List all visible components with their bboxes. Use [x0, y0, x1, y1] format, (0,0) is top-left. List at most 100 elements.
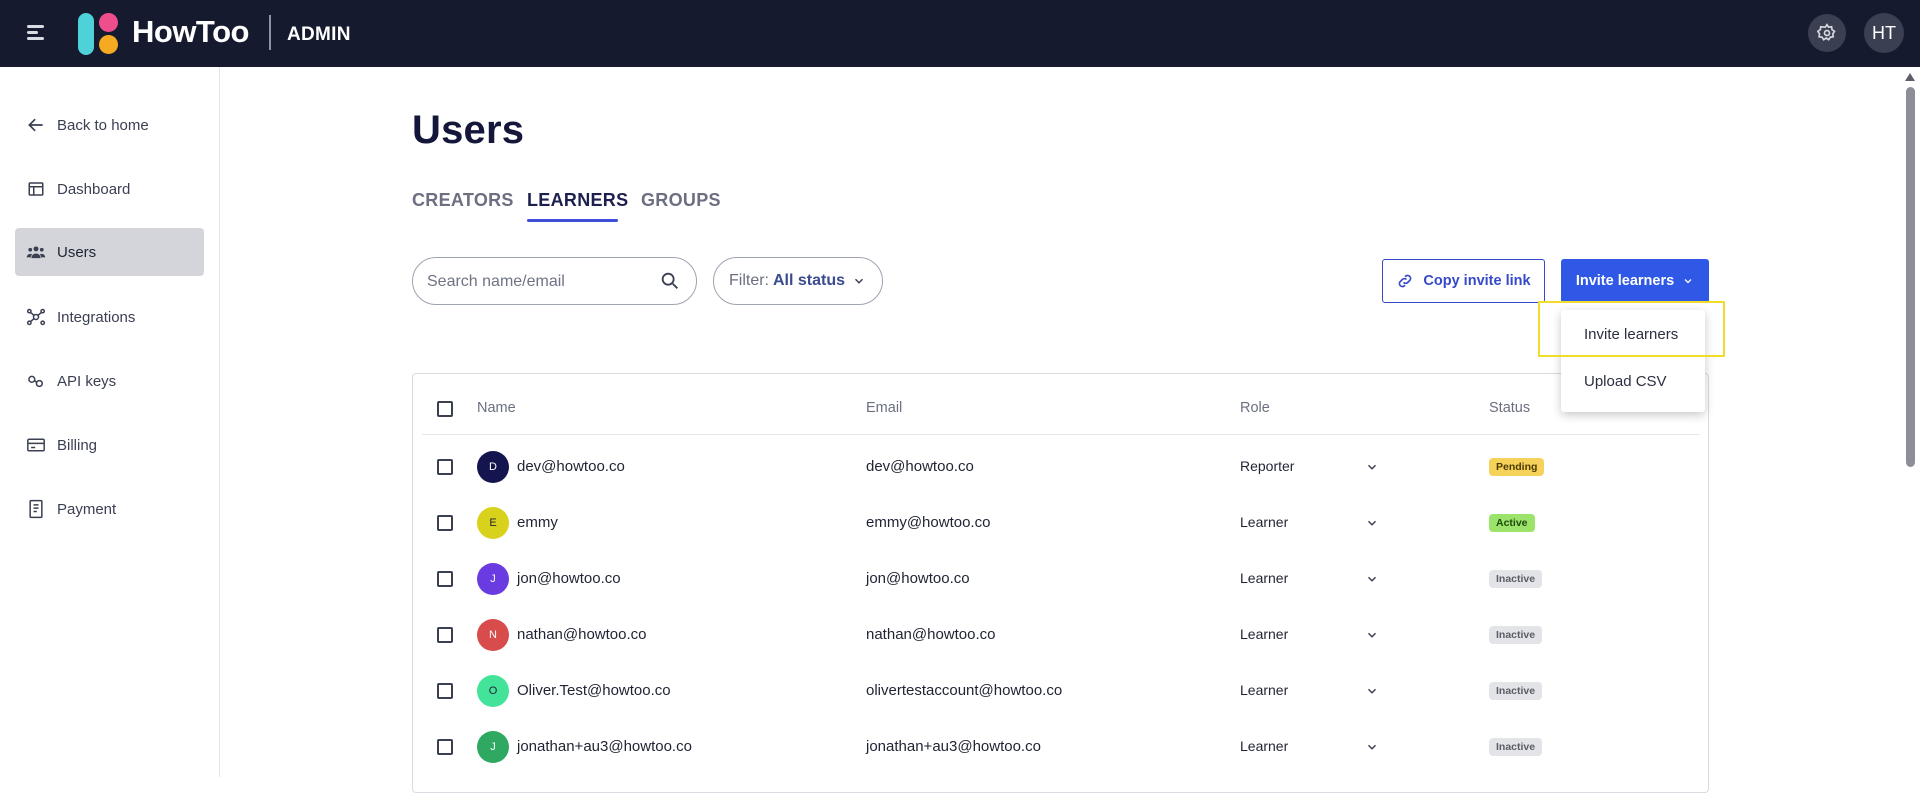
invite-dropdown-menu: Invite learners Upload CSV	[1561, 310, 1705, 412]
sidebar-item-label: Payment	[57, 500, 117, 518]
sidebar-item-billing[interactable]: Billing	[15, 421, 204, 469]
tab-groups[interactable]: GROUPS	[641, 190, 721, 211]
sidebar-item-label: Users	[57, 243, 97, 261]
billing-icon	[25, 434, 47, 456]
sidebar-item-label: Billing	[57, 436, 98, 454]
user-email: dev@howtoo.co	[866, 458, 974, 475]
role-select[interactable]: Learner	[1240, 738, 1288, 754]
top-bar: HowToo ADMIN HT	[0, 0, 1920, 67]
role-select[interactable]: Reporter	[1240, 458, 1294, 474]
avatar: E	[477, 507, 509, 539]
copy-invite-label: Copy invite link	[1423, 273, 1531, 289]
filter-value: All status	[773, 272, 846, 289]
search-icon[interactable]	[659, 270, 681, 292]
link-icon	[1396, 272, 1414, 290]
sidebar-item-label: Dashboard	[57, 180, 131, 198]
status-filter-dropdown[interactable]: Filter: All status	[713, 257, 883, 305]
row-checkbox[interactable]	[437, 739, 453, 755]
sidebar-item-api-keys[interactable]: API keys	[15, 357, 204, 405]
role-select[interactable]: Learner	[1240, 570, 1288, 586]
chevron-down-icon[interactable]	[1365, 460, 1379, 474]
sidebar-item-dashboard[interactable]: Dashboard	[15, 165, 204, 213]
user-name[interactable]: nathan@howtoo.co	[517, 626, 647, 643]
avatar: J	[477, 731, 509, 763]
user-name[interactable]: jon@howtoo.co	[517, 570, 621, 587]
avatar: N	[477, 619, 509, 651]
section-label: ADMIN	[287, 24, 351, 45]
select-all-checkbox[interactable]	[437, 401, 453, 417]
status-badge: Inactive	[1489, 682, 1543, 700]
sidebar-item-label: Integrations	[57, 308, 136, 326]
user-name[interactable]: dev@howtoo.co	[517, 458, 625, 475]
filter-label: Filter:	[729, 272, 769, 289]
key-icon	[25, 370, 47, 392]
menu-item-upload-csv[interactable]: Upload CSV	[1584, 373, 1667, 390]
chevron-down-icon[interactable]	[1365, 572, 1379, 586]
sidebar-item-label: API keys	[57, 372, 117, 390]
copy-invite-link-button[interactable]: Copy invite link	[1382, 259, 1545, 303]
user-name[interactable]: emmy	[517, 514, 558, 531]
search-box	[412, 257, 697, 305]
user-email: jonathan+au3@howtoo.co	[866, 738, 1041, 755]
role-select[interactable]: Learner	[1240, 626, 1288, 642]
column-header-status: Status	[1489, 400, 1531, 416]
integrations-icon	[25, 306, 47, 328]
receipt-icon	[25, 498, 47, 520]
sidebar-item-back-to-home[interactable]: Back to home	[15, 101, 204, 149]
active-tab-indicator	[527, 219, 618, 222]
role-select[interactable]: Learner	[1240, 682, 1288, 698]
invite-learners-label: Invite learners	[1575, 273, 1675, 289]
user-email: emmy@howtoo.co	[866, 514, 991, 531]
avatar: D	[477, 451, 509, 483]
page-title: Users	[412, 108, 525, 152]
table-header-divider	[422, 434, 1700, 435]
gear-icon	[1817, 23, 1836, 41]
row-checkbox[interactable]	[437, 459, 453, 475]
chevron-down-icon[interactable]	[1365, 516, 1379, 530]
sidebar-item-users[interactable]: Users	[15, 228, 204, 276]
status-badge: Inactive	[1489, 738, 1543, 756]
sidebar-item-payment[interactable]: Payment	[15, 485, 204, 533]
column-header-email: Email	[866, 400, 903, 416]
status-badge: Inactive	[1489, 570, 1543, 588]
sidebar-item-integrations[interactable]: Integrations	[15, 293, 204, 341]
invite-learners-button[interactable]: Invite learners	[1561, 259, 1709, 303]
users-icon	[25, 241, 47, 263]
column-header-name: Name	[477, 400, 516, 416]
chevron-down-icon[interactable]	[1365, 628, 1379, 642]
scrollbar-thumb[interactable]	[1906, 87, 1915, 467]
chevron-down-icon	[1682, 275, 1694, 287]
status-badge: Inactive	[1489, 626, 1543, 644]
tab-learners[interactable]: LEARNERS	[527, 190, 628, 211]
chevron-down-icon[interactable]	[1365, 740, 1379, 754]
status-badge: Pending	[1489, 458, 1545, 476]
menu-icon[interactable]	[25, 21, 49, 45]
howtoo-logo	[78, 13, 120, 55]
brand-divider	[269, 15, 271, 50]
menu-item-invite-learners[interactable]: Invite learners	[1584, 326, 1678, 343]
user-email: nathan@howtoo.co	[866, 626, 996, 643]
search-input[interactable]	[427, 270, 647, 294]
avatar: O	[477, 675, 509, 707]
role-select[interactable]: Learner	[1240, 514, 1288, 530]
status-badge: Active	[1489, 514, 1535, 532]
row-checkbox[interactable]	[437, 683, 453, 699]
tab-creators[interactable]: CREATORS	[412, 190, 514, 211]
user-name[interactable]: Oliver.Test@howtoo.co	[517, 682, 671, 699]
row-checkbox[interactable]	[437, 627, 453, 643]
scroll-up-arrow[interactable]	[1905, 73, 1915, 81]
arrow-left-icon	[25, 114, 47, 136]
row-checkbox[interactable]	[437, 515, 453, 531]
user-avatar[interactable]: HT	[1864, 13, 1904, 53]
chevron-down-icon[interactable]	[1365, 684, 1379, 698]
brand-name: HowToo	[132, 14, 249, 49]
settings-button[interactable]	[1808, 14, 1846, 52]
row-checkbox[interactable]	[437, 571, 453, 587]
user-name[interactable]: jonathan+au3@howtoo.co	[517, 738, 692, 755]
sidebar: Back to home Dashboard Users Integration…	[0, 67, 220, 777]
user-email: jon@howtoo.co	[866, 570, 970, 587]
sidebar-item-label: Back to home	[57, 116, 149, 134]
chevron-down-icon	[854, 278, 864, 284]
dashboard-icon	[25, 178, 47, 200]
avatar: J	[477, 563, 509, 595]
